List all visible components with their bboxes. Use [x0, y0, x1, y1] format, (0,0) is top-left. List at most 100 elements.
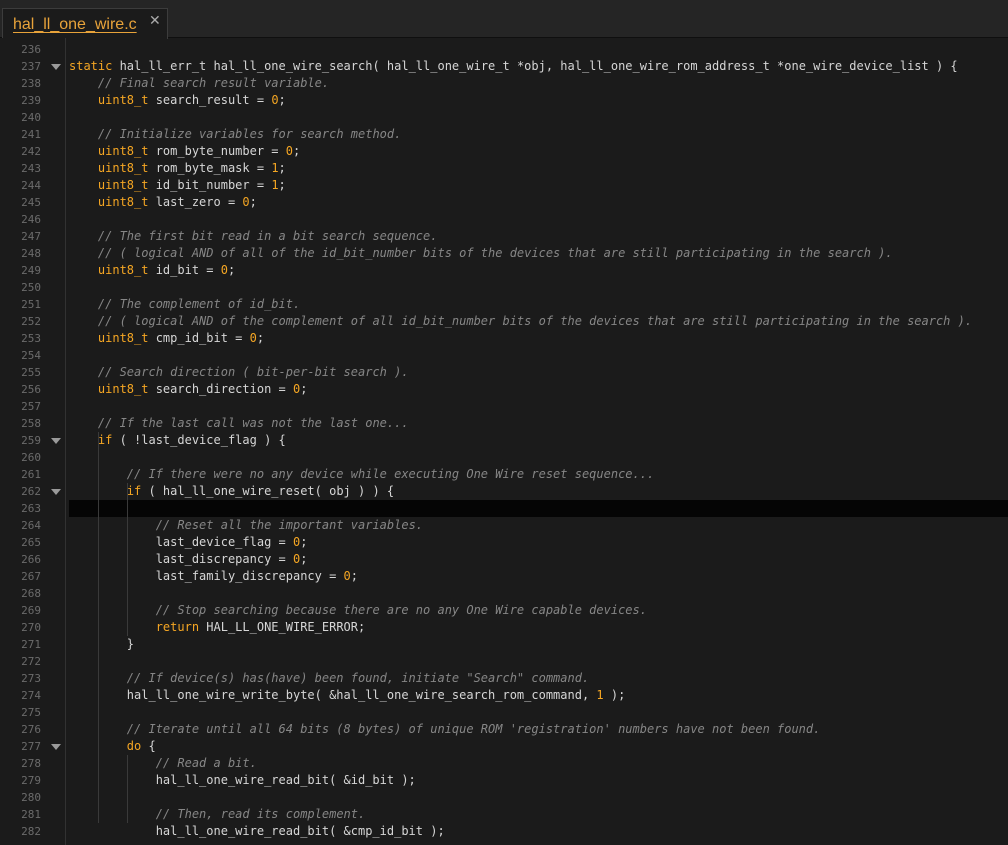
code-text: id_bit_number = [148, 178, 272, 192]
tab-bar: hal_ll_one_wire.c ✕ [0, 0, 1008, 39]
code-line[interactable]: // Search direction ( bit-per-bit search… [69, 364, 1008, 381]
code-line[interactable]: // ( logical AND of the complement of al… [69, 313, 1008, 330]
line-number: 240 [21, 111, 41, 124]
code-line[interactable]: // Stop searching because there are no a… [69, 602, 1008, 619]
line-number: 261 [21, 468, 41, 481]
line-number: 282 [21, 825, 41, 838]
code-line[interactable] [69, 789, 1008, 806]
code-text: hal_ll_one_wire_read_bit( &id_bit ); [69, 773, 416, 787]
code-text: ; [278, 161, 286, 175]
code-line[interactable]: // If device(s) has(have) been found, in… [69, 670, 1008, 687]
line-number: 259 [21, 434, 41, 447]
code-line[interactable] [69, 398, 1008, 415]
code-line[interactable]: // Read a bit. [69, 755, 1008, 772]
code-line[interactable] [69, 109, 1008, 126]
code-line[interactable]: uint8_t rom_byte_number = 0; [69, 143, 1008, 160]
code-keyword: uint8_t [97, 144, 149, 158]
code-area[interactable]: static hal_ll_err_t hal_ll_one_wire_sear… [66, 38, 1008, 845]
code-number: 0 [249, 331, 257, 345]
code-line[interactable]: last_discrepancy = 0; [69, 551, 1008, 568]
line-number: 266 [21, 553, 41, 566]
code-line[interactable] [69, 704, 1008, 721]
current-code-line[interactable] [69, 500, 1008, 517]
code-line[interactable]: // Initialize variables for search metho… [69, 126, 1008, 143]
code-line[interactable] [69, 449, 1008, 466]
close-icon[interactable]: ✕ [149, 12, 161, 29]
code-text: ( hal_ll_one_wire_reset( obj ) ) { [141, 484, 395, 498]
line-number: 273 [21, 672, 41, 685]
code-line[interactable]: // Iterate until all 64 bits (8 bytes) o… [69, 721, 1008, 738]
code-line[interactable]: static hal_ll_err_t hal_ll_one_wire_sear… [69, 58, 1008, 75]
code-comment: // Final search result variable. [97, 76, 330, 90]
code-line[interactable]: // ( logical AND of all of the id_bit_nu… [69, 245, 1008, 262]
fold-arrow-icon[interactable] [51, 438, 61, 444]
code-editor[interactable]: 236 237 238 239 240 241 242 243 244 245 246 247 248 2… [0, 38, 1008, 845]
code-line[interactable] [69, 347, 1008, 364]
code-line[interactable]: do { [69, 738, 1008, 755]
code-line[interactable]: hal_ll_one_wire_write_byte( &hal_ll_one_… [69, 687, 1008, 704]
code-line[interactable]: uint8_t rom_byte_mask = 1; [69, 160, 1008, 177]
code-line[interactable]: uint8_t search_direction = 0; [69, 381, 1008, 398]
code-line[interactable]: last_family_discrepancy = 0; [69, 568, 1008, 585]
code-line[interactable] [69, 279, 1008, 296]
code-line[interactable]: if ( !last_device_flag ) { [69, 432, 1008, 449]
tab-title: hal_ll_one_wire.c [13, 16, 137, 33]
code-line[interactable] [69, 211, 1008, 228]
code-text: ; [300, 382, 308, 396]
line-number: 255 [21, 366, 41, 379]
code-text: hal_ll_err_t hal_ll_one_wire_search( hal… [112, 59, 958, 73]
line-number: 267 [21, 570, 41, 583]
code-line[interactable] [69, 585, 1008, 602]
code-line[interactable]: if ( hal_ll_one_wire_reset( obj ) ) { [69, 483, 1008, 500]
code-text: last_family_discrepancy = [69, 569, 344, 583]
code-line[interactable]: // Final search result variable. [69, 75, 1008, 92]
line-number: 257 [21, 400, 41, 413]
code-line[interactable]: // If there were no any device while exe… [69, 466, 1008, 483]
code-comment: // ( logical AND of the complement of al… [97, 314, 973, 328]
code-keyword: if [97, 433, 113, 447]
code-line[interactable]: // The first bit read in a bit search se… [69, 228, 1008, 245]
code-text: ; [256, 331, 265, 345]
code-line[interactable]: uint8_t id_bit_number = 1; [69, 177, 1008, 194]
code-line[interactable] [69, 41, 1008, 58]
fold-arrow-icon[interactable] [51, 744, 61, 750]
code-comment: // The first bit read in a bit search se… [97, 229, 438, 243]
code-line[interactable]: hal_ll_one_wire_read_bit( &cmp_id_bit ); [69, 823, 1008, 840]
code-line[interactable]: // The complement of id_bit. [69, 296, 1008, 313]
code-keyword: uint8_t [97, 382, 149, 396]
line-number: 245 [21, 196, 41, 209]
code-comment: // If there were no any device while exe… [126, 467, 655, 481]
line-number-gutter: 236 237 238 239 240 241 242 243 244 245 246 247 248 2… [0, 38, 66, 845]
code-keyword: uint8_t [97, 178, 149, 192]
code-line[interactable]: // If the last call was not the last one… [69, 415, 1008, 432]
code-number: 0 [242, 195, 250, 209]
code-line[interactable]: return HAL_LL_ONE_WIRE_ERROR; [69, 619, 1008, 636]
code-text: ; [278, 178, 286, 192]
code-text: last_device_flag = [69, 535, 293, 549]
code-line[interactable]: } [69, 636, 1008, 653]
code-text: search_direction = [148, 382, 293, 396]
code-text: ); [603, 688, 626, 702]
line-number: 272 [21, 655, 41, 668]
code-text: ; [300, 552, 308, 566]
code-line[interactable]: // Reset all the important variables. [69, 517, 1008, 534]
code-line[interactable]: uint8_t search_result = 0; [69, 92, 1008, 109]
code-line[interactable] [69, 653, 1008, 670]
code-number: 0 [271, 93, 279, 107]
code-line[interactable]: uint8_t last_zero = 0; [69, 194, 1008, 211]
fold-arrow-icon[interactable] [51, 64, 61, 70]
line-number: 250 [21, 281, 41, 294]
code-text: HAL_LL_ONE_WIRE_ERROR; [199, 620, 366, 634]
code-comment: // Read a bit. [155, 756, 257, 770]
fold-arrow-icon[interactable] [51, 489, 61, 495]
tab-hal-ll-one-wire-c[interactable]: hal_ll_one_wire.c ✕ [2, 8, 168, 39]
code-line[interactable]: last_device_flag = 0; [69, 534, 1008, 551]
code-line[interactable]: uint8_t id_bit = 0; [69, 262, 1008, 279]
code-line[interactable]: hal_ll_one_wire_read_bit( &id_bit ); [69, 772, 1008, 789]
code-line[interactable]: // Then, read its complement. [69, 806, 1008, 823]
code-line[interactable]: uint8_t cmp_id_bit = 0; [69, 330, 1008, 347]
